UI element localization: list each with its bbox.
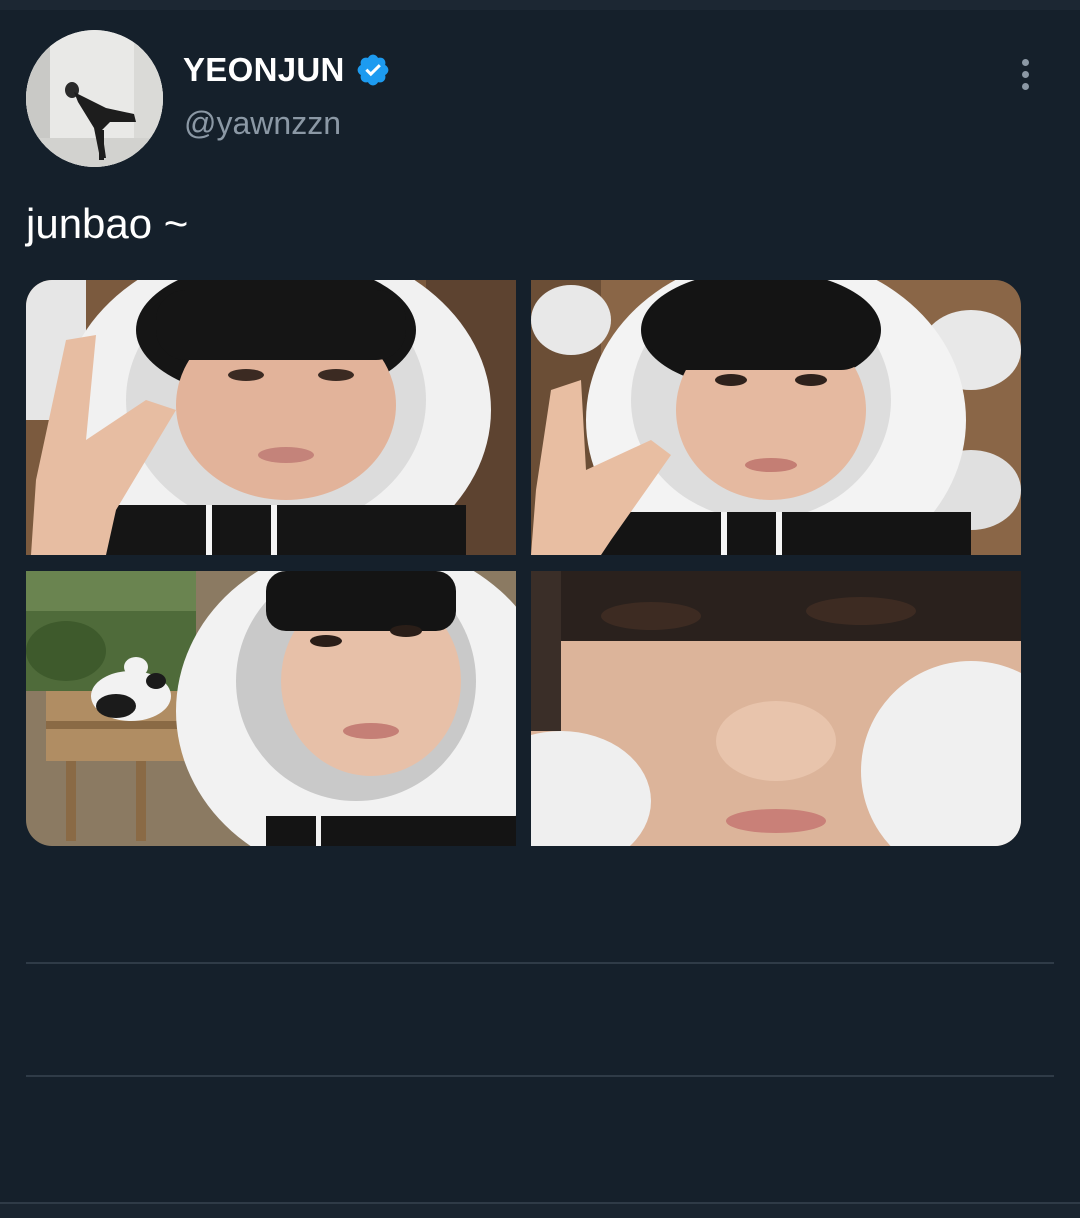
divider [26,962,1054,964]
display-name[interactable]: YEONJUN [183,51,345,89]
tweet-text: junbao ~ [26,200,189,247]
verified-badge-icon [357,54,389,86]
more-options-icon[interactable] [1005,54,1045,94]
photo-selfie-with-panda[interactable] [26,571,516,846]
author-name-row: YEONJUN [183,50,391,90]
handle[interactable]: @yawnzzn [184,105,341,142]
photo-peace-sign-panda-hood-1[interactable] [26,280,516,555]
bottom-separator [0,1202,1080,1218]
avatar[interactable] [26,30,163,167]
photo-peace-sign-panda-hood-2[interactable] [531,280,1021,555]
divider [26,1075,1054,1077]
faint-timestamp-remnant [26,882,66,892]
more-dot [1021,70,1029,78]
tweet: YEONJUN @yawnzzn junbao ~ [0,10,1080,1218]
more-dot [1021,58,1029,66]
top-separator [0,0,1080,10]
avatar-image [26,30,163,167]
media-grid [26,280,1021,846]
photo-closeup-face[interactable] [531,571,1021,846]
more-dot [1021,82,1029,90]
